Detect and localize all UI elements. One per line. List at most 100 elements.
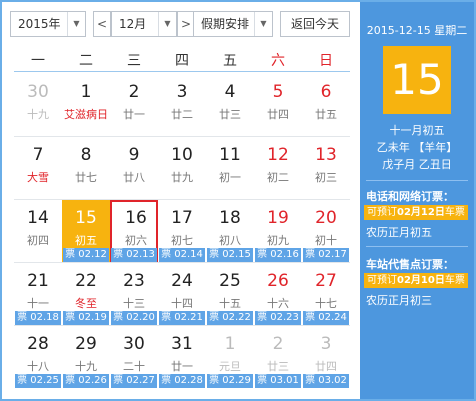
day-cell[interactable]: 2 廿一 <box>110 74 158 136</box>
selected-day-number: 15 <box>383 46 451 114</box>
holiday-select[interactable]: 假期安排 ▼ <box>193 11 273 37</box>
lunar-date: 初五 <box>75 234 97 247</box>
day-number: 8 <box>80 145 92 165</box>
badge-prefix: 可预订 <box>367 207 397 218</box>
day-cell[interactable]: 27 十七 票 02.24 <box>302 263 350 325</box>
ticket-date-badge: 票 02.17 <box>303 248 349 262</box>
day-number: 13 <box>315 145 337 165</box>
lunar-date: 廿二 <box>171 108 193 121</box>
year-select-value: 2015年 <box>18 17 61 31</box>
ticket-date-badge: 票 02.13 <box>111 248 157 262</box>
lunar-date: 初二 <box>267 171 289 184</box>
selected-date-heading: 2015-12-15 星期二 <box>366 24 468 37</box>
day-cell[interactable]: 17 初七 票 02.14 <box>158 200 206 262</box>
day-number: 7 <box>32 145 44 165</box>
weekday-header: 一 二 三 四 五 六 日 <box>14 48 350 72</box>
lunar-date: 廿五 <box>315 108 337 121</box>
weekday-label: 六 <box>271 53 285 69</box>
ticket-date-badge: 票 02.21 <box>159 311 205 325</box>
month-select[interactable]: 12月 ▼ <box>111 11 177 37</box>
day-cell[interactable]: 22 冬至 票 02.19 <box>62 263 110 325</box>
day-cell[interactable]: 26 十六 票 02.23 <box>254 263 302 325</box>
lunar-date: 廿九 <box>171 171 193 184</box>
day-cell[interactable]: 30 十九 <box>14 74 62 136</box>
ticket-date-badge: 票 02.18 <box>15 311 61 325</box>
ticket-date-badge: 票 02.23 <box>255 311 301 325</box>
ticket-date-badge: 票 02.12 <box>63 248 109 262</box>
lunar-date: 十三 <box>123 297 145 310</box>
day-cell[interactable]: 11 初一 <box>206 137 254 199</box>
day-cell[interactable]: 5 廿四 <box>254 74 302 136</box>
day-cell[interactable]: 18 初八 票 02.15 <box>206 200 254 262</box>
day-number: 26 <box>267 271 289 291</box>
day-cell[interactable]: 29 十九 票 02.26 <box>62 326 110 388</box>
weekday-label: 四 <box>175 53 189 69</box>
weekday-label: 日 <box>319 53 333 69</box>
day-cell[interactable]: 8 廿七 <box>62 137 110 199</box>
lunar-date: 廿四 <box>315 360 337 373</box>
ticket-date-badge: 票 02.27 <box>111 374 157 388</box>
day-cell[interactable]: 23 十三 票 02.20 <box>110 263 158 325</box>
weekday-label: 三 <box>127 53 141 69</box>
lunar-date: 二十 <box>123 360 145 373</box>
phone-booking-lunar: 农历正月初五 <box>366 226 432 239</box>
ticket-date-badge: 票 03.02 <box>303 374 349 388</box>
day-cell[interactable]: 21 十一 票 02.18 <box>14 263 62 325</box>
day-number: 3 <box>320 334 332 354</box>
day-cell[interactable]: 10 廿九 <box>158 137 206 199</box>
day-number: 18 <box>219 208 241 228</box>
lunar-date: 十六 <box>267 297 289 310</box>
day-number: 20 <box>315 208 337 228</box>
day-number: 22 <box>75 271 97 291</box>
badge-date: 02月12日 <box>397 207 445 218</box>
year-select[interactable]: 2015年 ▼ <box>10 11 86 37</box>
lunar-date: 十九 <box>27 108 49 121</box>
calendar-week: 14 初四 15 初五 票 02.12 16 初六 票 02.13 17 初七 … <box>14 200 350 263</box>
back-to-today-button[interactable]: 返回今天 <box>280 11 350 37</box>
lunar-date: 廿四 <box>267 108 289 121</box>
lunar-date: 十七 <box>315 297 337 310</box>
day-cell-selected[interactable]: 16 初六 票 02.13 <box>110 200 158 262</box>
day-cell[interactable]: 1 艾滋病日 <box>62 74 110 136</box>
day-cell[interactable]: 14 初四 <box>14 200 62 262</box>
day-cell-today[interactable]: 15 初五 票 02.12 <box>62 200 110 262</box>
ticket-date-badge: 票 02.20 <box>111 311 157 325</box>
day-cell[interactable]: 13 初三 <box>302 137 350 199</box>
day-cell[interactable]: 9 廿八 <box>110 137 158 199</box>
day-number: 19 <box>267 208 289 228</box>
weekday-label: 五 <box>223 53 237 69</box>
day-cell[interactable]: 7 大雪 <box>14 137 62 199</box>
day-number: 28 <box>27 334 49 354</box>
prev-month-button[interactable]: < <box>93 11 111 37</box>
day-cell[interactable]: 19 初九 票 02.16 <box>254 200 302 262</box>
badge-prefix: 可预订 <box>367 275 397 286</box>
day-cell[interactable]: 3 廿二 <box>158 74 206 136</box>
day-number: 6 <box>320 82 332 102</box>
day-number: 11 <box>219 145 241 165</box>
day-cell[interactable]: 12 初二 <box>254 137 302 199</box>
calendar-grid: 30 十九 1 艾滋病日 2 廿一 3 廿二 4 廿三 5 廿四 6 廿五 7 … <box>14 74 350 390</box>
day-cell[interactable]: 2 廿三 票 03.01 <box>254 326 302 388</box>
day-cell[interactable]: 24 十四 票 02.21 <box>158 263 206 325</box>
day-number: 27 <box>315 271 337 291</box>
lunar-date: 十八 <box>27 360 49 373</box>
lunar-date: 初一 <box>219 171 241 184</box>
day-number: 4 <box>224 82 236 102</box>
day-cell[interactable]: 6 廿五 <box>302 74 350 136</box>
day-cell[interactable]: 1 元旦 票 02.29 <box>206 326 254 388</box>
day-number: 31 <box>171 334 193 354</box>
day-cell[interactable]: 25 十五 票 02.22 <box>206 263 254 325</box>
chevron-down-icon: ▼ <box>254 12 272 36</box>
holiday-select-value: 假期安排 <box>201 17 250 31</box>
day-cell[interactable]: 20 初十 票 02.17 <box>302 200 350 262</box>
lunar-date: 廿三 <box>267 360 289 373</box>
ticket-date-badge: 票 02.16 <box>255 248 301 262</box>
day-cell[interactable]: 4 廿三 <box>206 74 254 136</box>
day-cell[interactable]: 28 十八 票 02.25 <box>14 326 62 388</box>
day-number: 3 <box>176 82 188 102</box>
day-cell[interactable]: 31 廿一 票 02.28 <box>158 326 206 388</box>
lunar-month-day: 十一月初五 <box>389 124 445 137</box>
day-cell[interactable]: 3 廿四 票 03.02 <box>302 326 350 388</box>
day-cell[interactable]: 30 二十 票 02.27 <box>110 326 158 388</box>
lunar-date: 元旦 <box>219 360 241 373</box>
